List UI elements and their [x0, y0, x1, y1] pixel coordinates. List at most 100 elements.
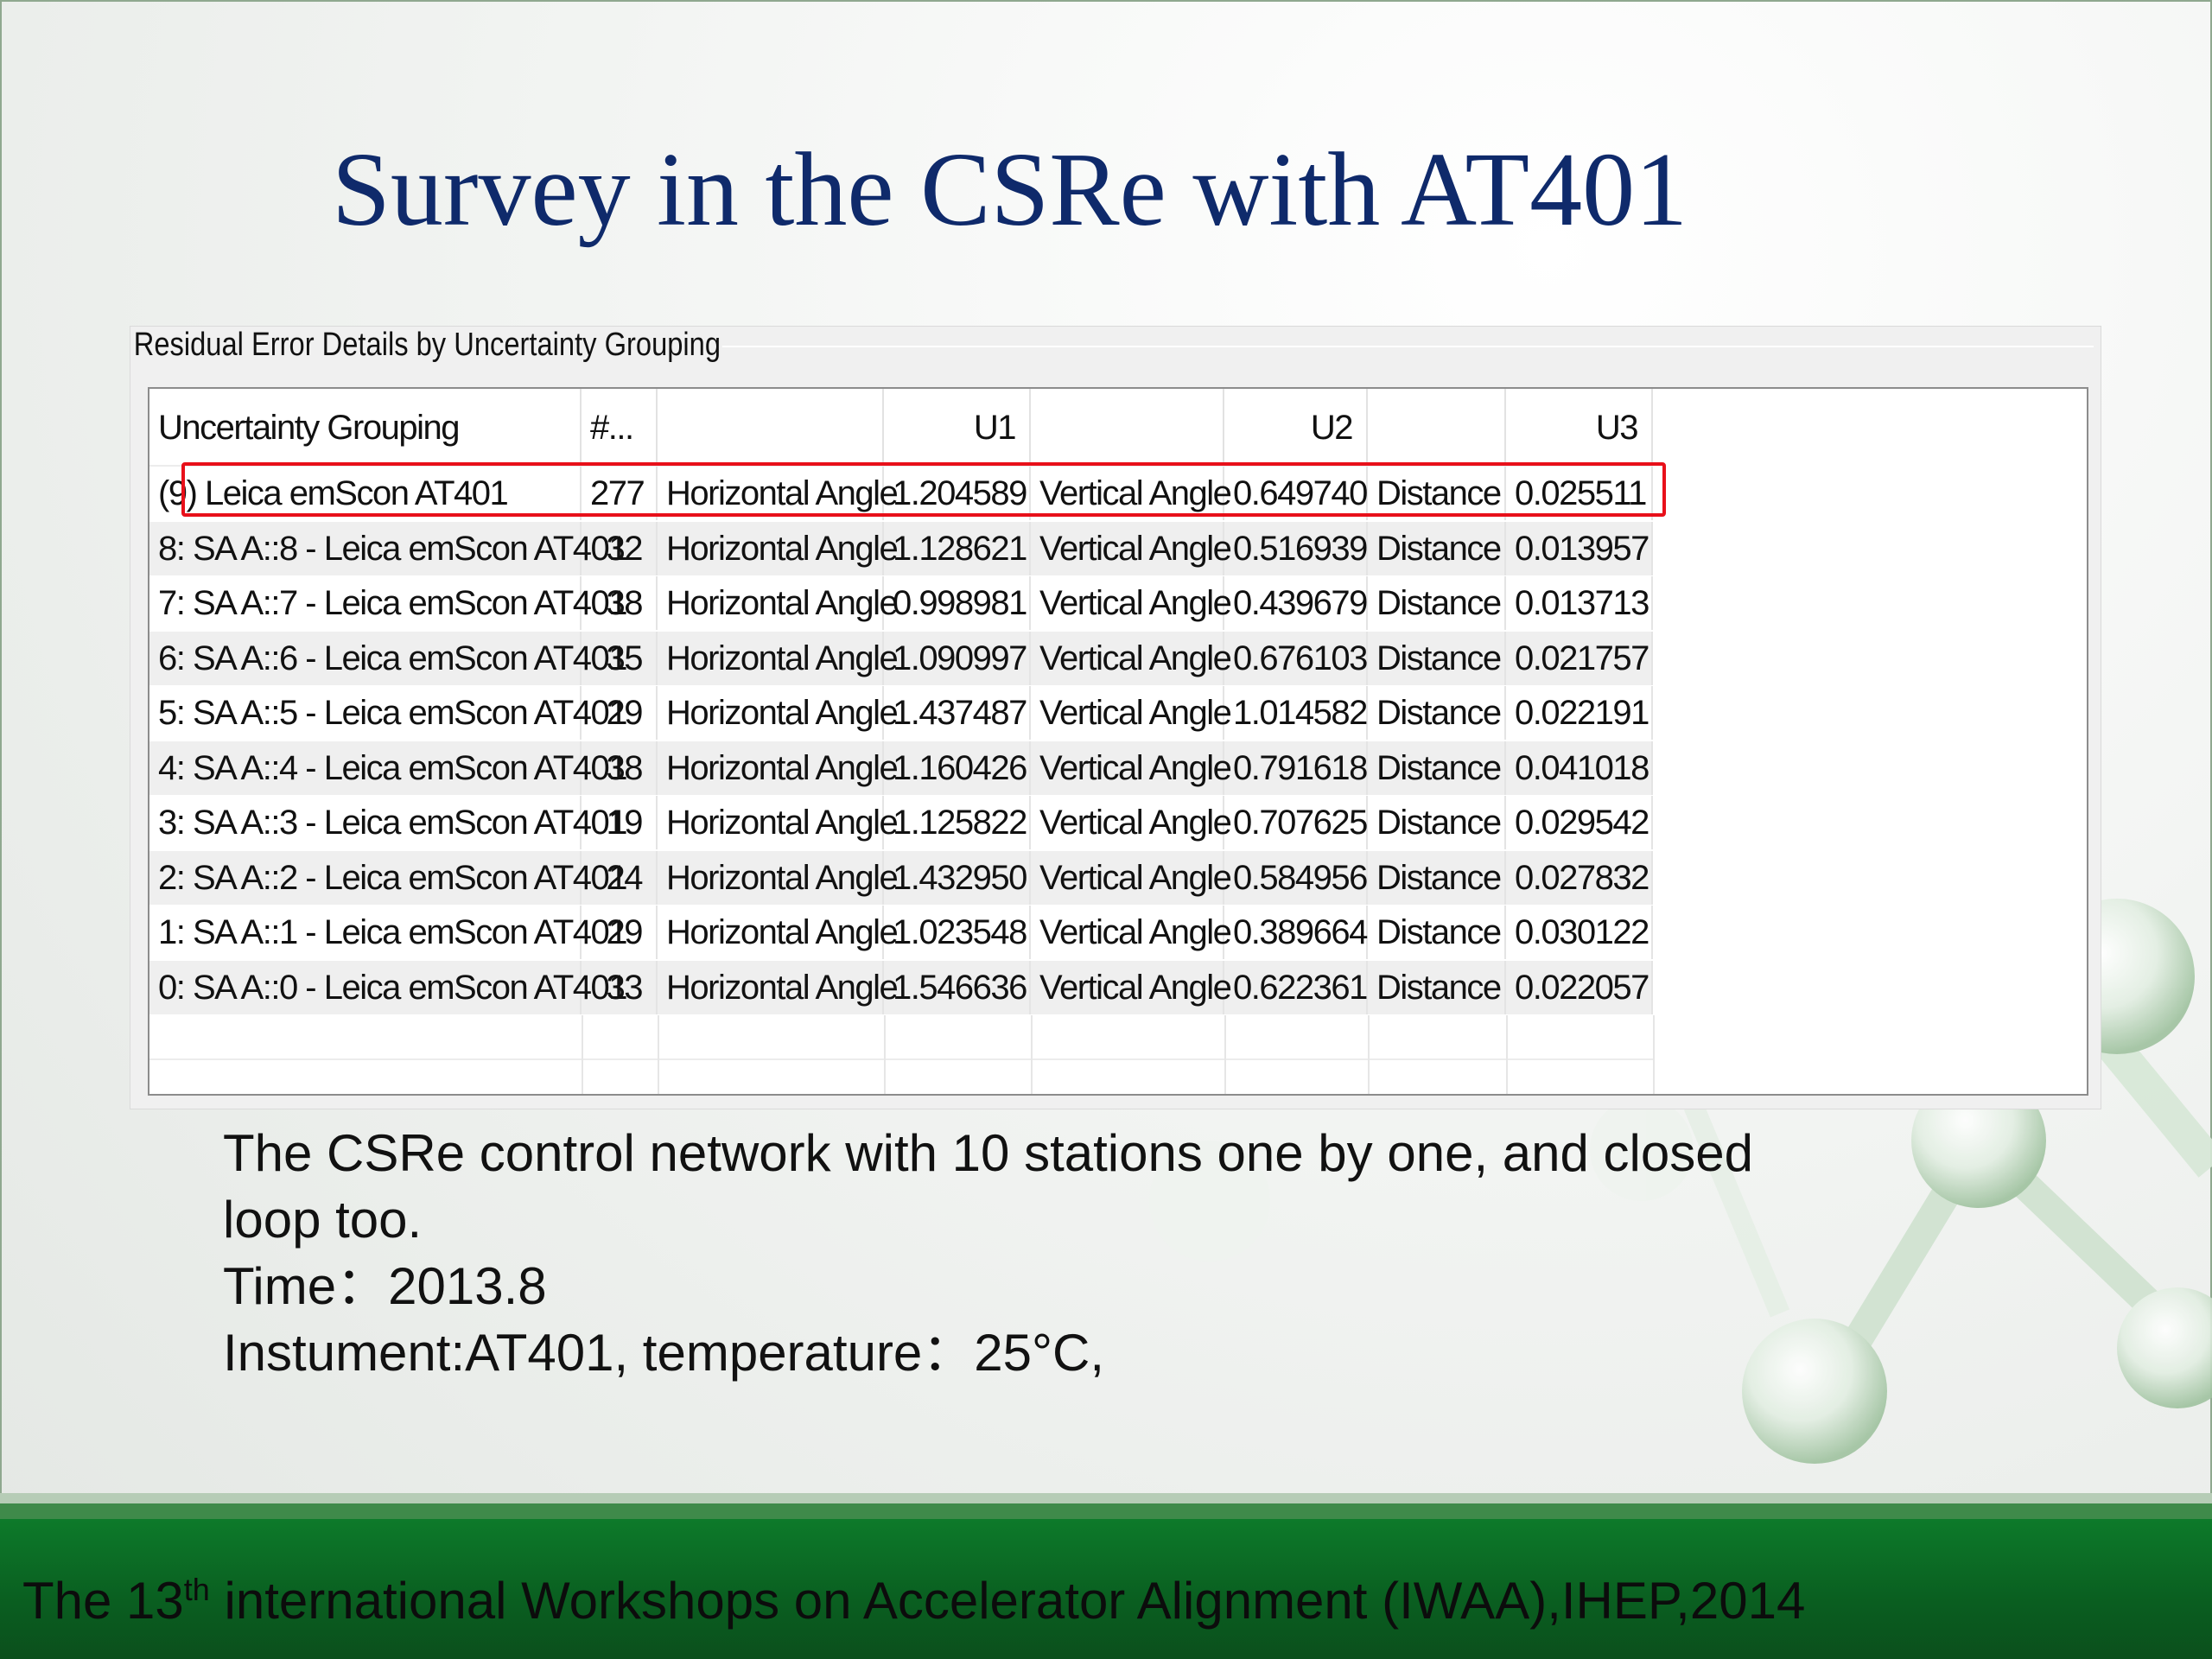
- cell-type3: Distance: [1368, 576, 1506, 630]
- cell-type3: Distance: [1368, 850, 1506, 905]
- cell-count: 29: [582, 686, 658, 740]
- footer-text: The 13th international Workshops on Acce…: [22, 1571, 1805, 1630]
- column-header-type2[interactable]: [1031, 389, 1224, 467]
- cell-type2: Vertical Angle: [1031, 521, 1232, 575]
- cell-type1: Horizontal Angle: [658, 631, 899, 685]
- column-divider: [658, 1015, 659, 1094]
- cell-type3: Distance: [1368, 686, 1506, 740]
- cell-type1: Horizontal Angle: [658, 906, 899, 959]
- body-line-2: loop too.: [223, 1191, 423, 1249]
- cell-u3: 0.025511: [1506, 467, 1653, 520]
- cell-type2: Vertical Angle: [1031, 467, 1232, 520]
- cell-type2: Vertical Angle: [1031, 796, 1232, 849]
- cell-u1: 1.128621: [884, 521, 1031, 575]
- table-row[interactable]: 5: SA A::5 - Leica emScon AT401 29 Horizon…: [149, 686, 1653, 740]
- cell-u2: 0.676103: [1224, 631, 1368, 685]
- table-row[interactable]: 0: SA A::0 - Leica emScon AT401 33 Horizon…: [149, 960, 1653, 1014]
- cell-type2: Vertical Angle: [1031, 960, 1232, 1014]
- residual-error-grid[interactable]: Uncertainty Grouping #... U1 U2 U3 (9) L…: [148, 387, 2088, 1096]
- cell-type1: Horizontal Angle: [658, 850, 899, 905]
- cell-type2: Vertical Angle: [1031, 906, 1232, 959]
- column-divider: [1653, 1015, 1655, 1094]
- table-row[interactable]: 1: SA A::1 - Leica emScon AT401 29 Horizon…: [149, 906, 1653, 959]
- grid-header-row: Uncertainty Grouping #... U1 U2 U3: [149, 389, 1653, 467]
- cell-count: 35: [582, 631, 658, 685]
- column-header-type1[interactable]: [658, 389, 884, 467]
- table-row[interactable]: (9) Leica emScon AT401 277 Horizontal Angl…: [149, 467, 1653, 520]
- table-row[interactable]: 7: SA A::7 - Leica emScon AT401 38 Horizon…: [149, 576, 1653, 630]
- cell-count: 38: [582, 576, 658, 630]
- cell-type3: Distance: [1368, 467, 1506, 520]
- column-divider: [884, 1015, 886, 1094]
- cell-u1: 1.090997: [884, 631, 1031, 685]
- cell-type2: Vertical Angle: [1031, 686, 1232, 740]
- cell-u1: 1.125822: [884, 796, 1031, 849]
- cell-u2: 0.584956: [1224, 850, 1368, 905]
- table-row[interactable]: 4: SA A::4 - Leica emScon AT401 38 Horizon…: [149, 741, 1653, 795]
- column-divider: [582, 1015, 583, 1094]
- cell-u3: 0.041018: [1506, 741, 1653, 795]
- cell-u3: 0.027832: [1506, 850, 1653, 905]
- cell-u1: 1.023548: [884, 906, 1031, 959]
- table-row[interactable]: 6: SA A::6 - Leica emScon AT401 35 Horizon…: [149, 631, 1653, 685]
- cell-group: 4: SA A::4 - Leica emScon AT401: [149, 741, 628, 795]
- table-row[interactable]: 3: SA A::3 - Leica emScon AT401 19 Horizon…: [149, 796, 1653, 849]
- cell-u3: 0.013713: [1506, 576, 1653, 630]
- cell-group: 6: SA A::6 - Leica emScon AT401: [149, 631, 628, 685]
- cell-u2: 0.516939: [1224, 521, 1368, 575]
- cell-u3: 0.030122: [1506, 906, 1653, 959]
- slide-title: Survey in the CSRe with AT401: [332, 131, 1688, 248]
- cell-u2: 1.014582: [1224, 686, 1368, 740]
- cell-group: 7: SA A::7 - Leica emScon AT401: [149, 576, 628, 630]
- column-header-count[interactable]: #...: [582, 389, 658, 467]
- cell-type3: Distance: [1368, 631, 1506, 685]
- cell-type3: Distance: [1368, 796, 1506, 849]
- cell-type3: Distance: [1368, 521, 1506, 575]
- footer-stripe-light: [0, 1493, 2212, 1503]
- cell-count: 33: [582, 960, 658, 1014]
- table-row[interactable]: 2: SA A::2 - Leica emScon AT401 24 Horizon…: [149, 850, 1653, 905]
- cell-count: 38: [582, 741, 658, 795]
- column-header-uncertainty-grouping[interactable]: Uncertainty Grouping: [149, 389, 582, 467]
- column-divider: [1368, 1015, 1370, 1094]
- cell-type2: Vertical Angle: [1031, 741, 1232, 795]
- cell-count: 19: [582, 796, 658, 849]
- cell-u3: 0.013957: [1506, 521, 1653, 575]
- cell-group: 5: SA A::5 - Leica emScon AT401: [149, 686, 628, 740]
- groupbox-divider: [692, 346, 2094, 347]
- cell-u3: 0.022191: [1506, 686, 1653, 740]
- column-divider: [1506, 1015, 1508, 1094]
- column-header-u2[interactable]: U2: [1224, 389, 1368, 467]
- cell-type1: Horizontal Angle: [658, 741, 899, 795]
- cell-u3: 0.029542: [1506, 796, 1653, 849]
- cell-count: 32: [582, 521, 658, 575]
- cell-u2: 0.389664: [1224, 906, 1368, 959]
- cell-u2: 0.622361: [1224, 960, 1368, 1014]
- cell-count: 24: [582, 850, 658, 905]
- cell-count: 277: [582, 467, 658, 520]
- body-line-3: Time：2013.8: [223, 1257, 547, 1315]
- cell-u3: 0.022057: [1506, 960, 1653, 1014]
- column-header-u3[interactable]: U3: [1506, 389, 1653, 467]
- cell-u3: 0.021757: [1506, 631, 1653, 685]
- panel-title: Residual Error Details by Uncertainty Gr…: [132, 327, 722, 364]
- cell-u2: 0.707625: [1224, 796, 1368, 849]
- cell-u2: 0.439679: [1224, 576, 1368, 630]
- cell-type1: Horizontal Angle: [658, 686, 899, 740]
- cell-type3: Distance: [1368, 906, 1506, 959]
- footer-bar: The 13th international Workshops on Acce…: [0, 1519, 2212, 1659]
- cell-u1: 0.998981: [884, 576, 1031, 630]
- cell-type1: Horizontal Angle: [658, 576, 899, 630]
- cell-group: 2: SA A::2 - Leica emScon AT401: [149, 850, 628, 905]
- table-row[interactable]: 8: SA A::8 - Leica emScon AT401 32 Horizon…: [149, 521, 1653, 575]
- column-header-u1[interactable]: U1: [884, 389, 1031, 467]
- column-header-type3[interactable]: [1368, 389, 1506, 467]
- cell-u1: 1.432950: [884, 850, 1031, 905]
- cell-u2: 0.649740: [1224, 467, 1368, 520]
- column-divider: [1224, 1015, 1226, 1094]
- column-divider: [1031, 1015, 1033, 1094]
- footer-text-start: The 13: [22, 1572, 184, 1630]
- footer-stripe: [0, 1503, 2212, 1519]
- slide-body-text: The CSRe control network with 10 station…: [223, 1120, 1951, 1386]
- cell-type2: Vertical Angle: [1031, 631, 1232, 685]
